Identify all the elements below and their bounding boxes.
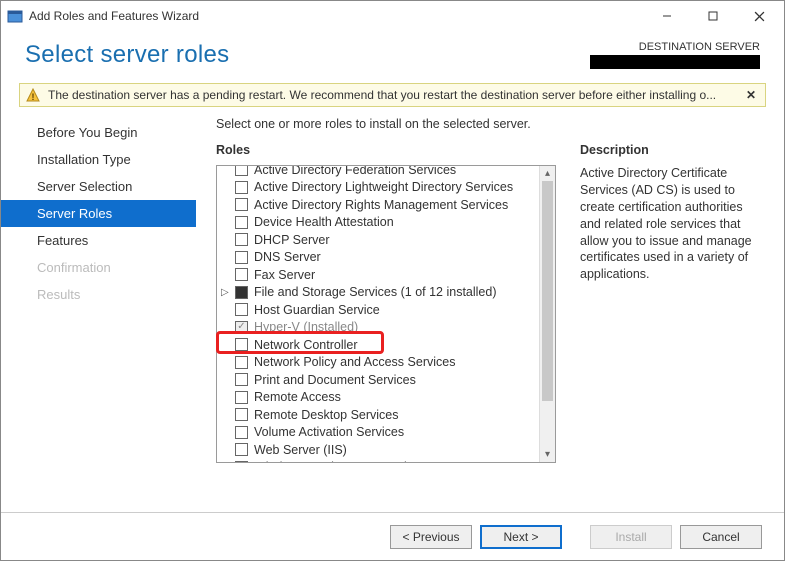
role-label: DHCP Server (254, 233, 329, 247)
role-item[interactable]: Active Directory Lightweight Directory S… (235, 179, 555, 197)
install-button: Install (590, 525, 672, 549)
role-item[interactable]: Network Controller (235, 336, 555, 354)
maximize-button[interactable] (690, 1, 736, 31)
window-controls (644, 1, 782, 31)
intro-text: Select one or more roles to install on t… (196, 115, 764, 143)
nav-step-server-selection[interactable]: Server Selection (1, 173, 196, 200)
role-label: Network Controller (254, 338, 358, 352)
role-checkbox[interactable] (235, 338, 248, 351)
destination-block: DESTINATION SERVER (590, 41, 760, 69)
scrollbar[interactable]: ▴ ▾ (539, 166, 555, 462)
cancel-button[interactable]: Cancel (680, 525, 762, 549)
role-label: Remote Access (254, 390, 341, 404)
page-title: Select server roles (25, 41, 229, 69)
role-item[interactable]: Remote Desktop Services (235, 406, 555, 424)
role-label: Windows Deployment Services (254, 460, 426, 463)
role-checkbox[interactable] (235, 426, 248, 439)
main-area: Select one or more roles to install on t… (196, 115, 784, 505)
minimize-button[interactable] (644, 1, 690, 31)
warning-text: The destination server has a pending res… (48, 88, 735, 102)
role-checkbox[interactable] (235, 268, 248, 281)
role-checkbox[interactable] (235, 181, 248, 194)
role-checkbox[interactable] (235, 321, 248, 334)
close-button[interactable] (736, 1, 782, 31)
role-label: Device Health Attestation (254, 215, 394, 229)
role-checkbox[interactable] (235, 165, 248, 176)
nav-step-confirmation: Confirmation (1, 254, 196, 281)
svg-text:!: ! (32, 92, 35, 102)
role-item[interactable]: DHCP Server (235, 231, 555, 249)
role-checkbox[interactable] (235, 286, 248, 299)
role-item[interactable]: Print and Document Services (235, 371, 555, 389)
role-checkbox[interactable] (235, 408, 248, 421)
nav-step-installation-type[interactable]: Installation Type (1, 146, 196, 173)
nav-step-server-roles[interactable]: Server Roles (1, 200, 196, 227)
roles-heading: Roles (216, 143, 556, 157)
warning-close-button[interactable]: ✕ (743, 88, 759, 102)
role-item[interactable]: Hyper-V (Installed) (235, 319, 555, 337)
role-item[interactable]: Host Guardian Service (235, 301, 555, 319)
warning-icon: ! (26, 88, 40, 102)
role-label: Print and Document Services (254, 373, 416, 387)
role-item[interactable]: Device Health Attestation (235, 214, 555, 232)
body: Before You BeginInstallation TypeServer … (1, 115, 784, 505)
role-checkbox[interactable] (235, 198, 248, 211)
role-checkbox[interactable] (235, 461, 248, 463)
role-checkbox[interactable] (235, 443, 248, 456)
role-item[interactable]: Active Directory Rights Management Servi… (235, 196, 555, 214)
role-label: Volume Activation Services (254, 425, 404, 439)
role-checkbox[interactable] (235, 391, 248, 404)
nav-steps: Before You BeginInstallation TypeServer … (1, 115, 196, 505)
role-item[interactable]: Fax Server (235, 266, 555, 284)
footer: < Previous Next > Install Cancel (1, 512, 784, 560)
role-label: File and Storage Services (1 of 12 insta… (254, 285, 497, 299)
role-label: Active Directory Lightweight Directory S… (254, 180, 513, 194)
role-checkbox[interactable] (235, 356, 248, 369)
roles-column: Roles Active Directory Federation Servic… (216, 143, 556, 505)
roles-listbox[interactable]: Active Directory Federation Services Acti… (216, 165, 556, 463)
scroll-thumb[interactable] (542, 181, 553, 401)
role-label: Host Guardian Service (254, 303, 380, 317)
nav-step-features[interactable]: Features (1, 227, 196, 254)
next-button[interactable]: Next > (480, 525, 562, 549)
description-column: Description Active Directory Certificate… (556, 143, 764, 505)
titlebar: Add Roles and Features Wizard (1, 1, 784, 31)
destination-server-name (590, 55, 760, 69)
previous-button[interactable]: < Previous (390, 525, 472, 549)
role-item[interactable]: Web Server (IIS) (235, 441, 555, 459)
description-heading: Description (580, 143, 764, 157)
role-item[interactable]: Remote Access (235, 389, 555, 407)
role-item[interactable]: DNS Server (235, 249, 555, 267)
role-label: Active Directory Federation Services (254, 165, 456, 177)
role-item[interactable]: Volume Activation Services (235, 424, 555, 442)
scroll-up-icon[interactable]: ▴ (540, 166, 555, 181)
nav-step-results: Results (1, 281, 196, 308)
expand-icon[interactable]: ▷ (221, 287, 231, 298)
role-item[interactable]: Windows Deployment Services (235, 459, 555, 464)
wizard-icon (7, 8, 23, 24)
role-label: Hyper-V (Installed) (254, 320, 358, 334)
role-item[interactable]: ▷File and Storage Services (1 of 12 inst… (235, 284, 555, 302)
description-text: Active Directory Certificate Services (A… (580, 165, 764, 283)
role-item[interactable]: Active Directory Federation Services (235, 165, 555, 179)
role-label: Web Server (IIS) (254, 443, 347, 457)
role-label: Remote Desktop Services (254, 408, 399, 422)
nav-step-before-you-begin[interactable]: Before You Begin (1, 119, 196, 146)
role-checkbox[interactable] (235, 216, 248, 229)
role-checkbox[interactable] (235, 233, 248, 246)
role-label: Active Directory Rights Management Servi… (254, 198, 508, 212)
role-item[interactable]: Network Policy and Access Services (235, 354, 555, 372)
role-label: Fax Server (254, 268, 315, 282)
scroll-down-icon[interactable]: ▾ (540, 447, 555, 462)
window-title: Add Roles and Features Wizard (29, 9, 644, 23)
role-label: Network Policy and Access Services (254, 355, 455, 369)
warning-bar: ! The destination server has a pending r… (19, 83, 766, 107)
role-checkbox[interactable] (235, 303, 248, 316)
destination-label: DESTINATION SERVER (590, 41, 760, 53)
role-checkbox[interactable] (235, 251, 248, 264)
role-checkbox[interactable] (235, 373, 248, 386)
header: Select server roles DESTINATION SERVER (1, 31, 784, 75)
role-label: DNS Server (254, 250, 321, 264)
